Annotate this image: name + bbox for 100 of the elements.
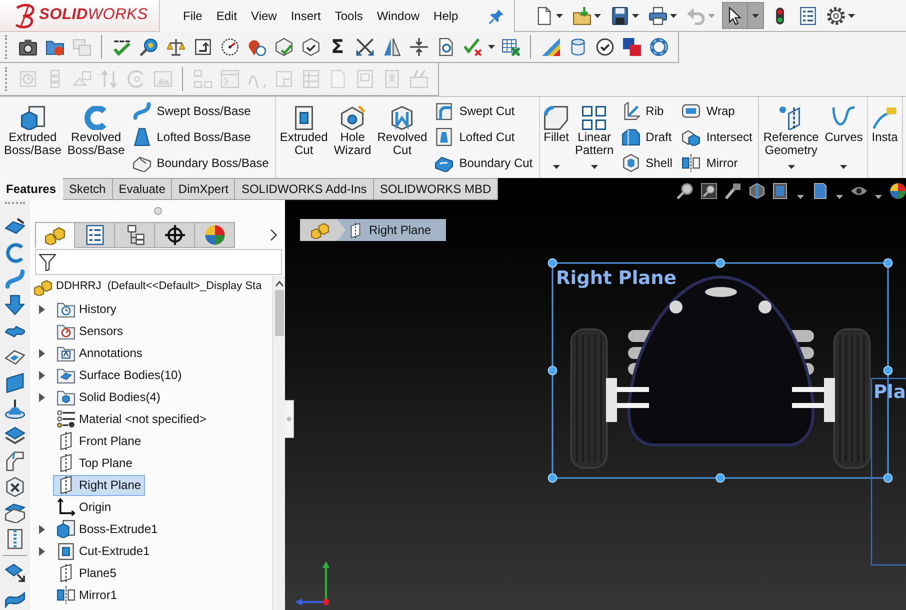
command-button[interactable]: Fillet xyxy=(540,97,572,178)
box-check-icon[interactable] xyxy=(302,38,320,56)
menu-item[interactable]: Tools xyxy=(328,8,370,24)
menu-item[interactable]: View xyxy=(244,8,284,24)
s-curve-icon[interactable] xyxy=(5,269,25,289)
caret-icon[interactable] xyxy=(556,14,563,18)
filter-field[interactable] xyxy=(35,249,282,275)
caret-icon[interactable] xyxy=(670,14,677,18)
tree-item[interactable]: Material <not specified> xyxy=(53,408,210,430)
splitter-handle[interactable] xyxy=(154,207,162,215)
command-button[interactable]: Draft xyxy=(622,125,672,149)
plane-handle[interactable] xyxy=(716,258,725,268)
command-button[interactable]: Swept Cut xyxy=(435,99,533,123)
tree-item[interactable]: Boss-Extrude1 xyxy=(53,518,162,540)
command-button[interactable]: Extruded Cut xyxy=(276,97,331,178)
expand-arrow-icon[interactable] xyxy=(39,546,45,556)
scrollbar[interactable] xyxy=(272,276,285,610)
caret-icon[interactable] xyxy=(752,14,759,18)
command-tab[interactable]: SOLIDWORKS MBD xyxy=(374,178,498,200)
expand-arrow-icon[interactable] xyxy=(39,348,45,358)
tree-item[interactable]: Right Plane xyxy=(53,474,146,496)
offset-surface-icon[interactable] xyxy=(5,425,25,445)
document-search-icon[interactable] xyxy=(436,38,454,56)
command-button[interactable]: Revolved Cut xyxy=(374,97,430,178)
tiles-icon[interactable] xyxy=(622,38,640,56)
caret-icon[interactable] xyxy=(848,14,855,18)
command-button[interactable]: Reference Geometry xyxy=(760,97,822,178)
section-cube-icon[interactable] xyxy=(749,183,765,199)
tree-item[interactable]: Cut-Extrude1 xyxy=(53,540,154,562)
surface-extend-icon[interactable] xyxy=(5,562,25,582)
command-button[interactable]: Curves xyxy=(822,97,866,178)
revolve-ring-icon[interactable] xyxy=(5,243,25,263)
menu-item[interactable]: Window xyxy=(370,8,427,24)
flyout-handle[interactable] xyxy=(285,400,294,438)
command-button[interactable]: Wrap xyxy=(682,99,752,123)
view-cube-icon[interactable] xyxy=(773,183,789,199)
previous-view-icon[interactable] xyxy=(725,183,741,199)
menu-item[interactable]: Help xyxy=(426,8,466,24)
color-fan-icon[interactable] xyxy=(542,38,560,56)
surface-arrow-icon[interactable] xyxy=(5,217,25,237)
tree-item[interactable]: History xyxy=(53,298,120,320)
command-button[interactable]: Extruded Boss/Base xyxy=(1,97,64,178)
tree-item[interactable]: Annotations xyxy=(53,342,146,364)
camera-icon[interactable] xyxy=(18,38,36,56)
breadcrumb-item[interactable]: Right Plane xyxy=(346,219,446,241)
balance-scale-icon[interactable] xyxy=(166,38,184,56)
gauge-icon[interactable] xyxy=(220,38,238,56)
caret-icon[interactable] xyxy=(788,165,795,169)
command-button[interactable]: Hole Wizard xyxy=(330,97,374,178)
command-tab[interactable]: Evaluate xyxy=(112,178,172,200)
menu-item[interactable]: Insert xyxy=(284,8,328,24)
zipper-icon[interactable] xyxy=(5,529,25,549)
tree-item[interactable]: Sensors xyxy=(53,320,128,342)
map-pin-icon[interactable] xyxy=(248,38,266,56)
panel-tab[interactable] xyxy=(115,222,155,248)
sigma-icon[interactable]: Σ xyxy=(328,38,346,56)
command-button[interactable]: Lofted Boss/Base xyxy=(132,125,269,149)
tree-item[interactable]: Surface Bodies(10) xyxy=(53,364,186,386)
ring-icon[interactable] xyxy=(650,38,668,56)
circle-check-icon[interactable] xyxy=(596,38,614,56)
dome-icon[interactable] xyxy=(5,399,25,419)
expand-arrow-icon[interactable] xyxy=(39,370,45,380)
plane-handle[interactable] xyxy=(883,366,893,376)
command-button[interactable]: Mirror xyxy=(682,151,752,175)
panel-tab[interactable] xyxy=(75,222,115,248)
command-button[interactable]: Boundary Cut xyxy=(435,151,533,175)
tree-item[interactable]: Plane5 xyxy=(53,562,120,584)
tree-item[interactable]: Origin xyxy=(53,496,116,518)
checkmark-cross-icon[interactable] xyxy=(464,38,482,56)
command-tab[interactable]: DimXpert xyxy=(172,178,236,200)
command-button[interactable]: Boundary Boss/Base xyxy=(132,151,269,175)
plane-handle[interactable] xyxy=(883,473,893,483)
caret-icon[interactable] xyxy=(590,165,598,169)
command-button[interactable]: Insta xyxy=(868,97,901,178)
surface-patch-icon[interactable] xyxy=(5,347,25,367)
expand-arrow-icon[interactable] xyxy=(39,304,45,314)
menu-item[interactable]: Edit xyxy=(209,8,244,24)
command-tab[interactable]: Sketch xyxy=(63,178,113,200)
tree-item[interactable]: Front Plane xyxy=(53,430,146,452)
caret-icon[interactable] xyxy=(594,14,601,18)
plane-handle[interactable] xyxy=(548,473,558,483)
color-sphere-icon[interactable] xyxy=(890,183,906,199)
caret-icon[interactable] xyxy=(552,165,560,169)
tape-measure-icon[interactable] xyxy=(140,38,158,56)
caret-icon[interactable] xyxy=(632,14,639,18)
scrollbar-thumb[interactable] xyxy=(274,290,284,336)
command-tab[interactable]: Features xyxy=(0,178,64,200)
tree-item[interactable]: Top Plane xyxy=(53,452,136,474)
magnifier-frame-icon[interactable] xyxy=(701,183,717,199)
expand-arrow-icon[interactable] xyxy=(39,392,45,402)
folder-record-icon[interactable] xyxy=(46,38,64,56)
cube-check-icon[interactable] xyxy=(274,38,292,56)
flat-sheet-icon[interactable] xyxy=(5,373,25,393)
chevron-right-icon[interactable] xyxy=(268,229,280,241)
command-button[interactable]: Lofted Cut xyxy=(435,125,533,149)
panel-tab[interactable] xyxy=(155,222,195,248)
tree-item[interactable]: Mirror1 xyxy=(53,584,121,606)
command-button[interactable]: Linear Pattern xyxy=(572,97,617,178)
box-cross-icon[interactable] xyxy=(5,477,25,497)
shaded-box-icon[interactable] xyxy=(812,183,828,199)
